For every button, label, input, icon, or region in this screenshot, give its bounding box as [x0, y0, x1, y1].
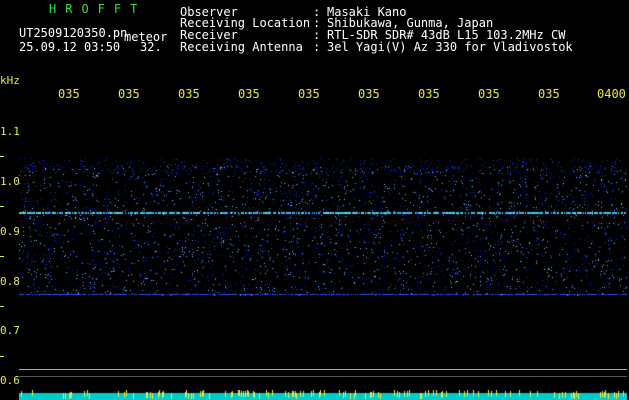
x-tick-label: 035 — [358, 87, 380, 101]
y-tick-label: 0.6 — [0, 374, 20, 387]
x-tick-label: 035 — [238, 87, 260, 101]
x-tick-label: 035 — [478, 87, 500, 101]
x-tick-label: 0400 — [597, 87, 626, 101]
meteor-count: 32. — [140, 40, 162, 54]
y-tick-mark — [0, 256, 4, 257]
field-sep-antenna: : — [313, 40, 321, 54]
y-tick-mark — [0, 306, 4, 307]
reference-line — [19, 369, 627, 370]
y-tick-label: 1.1 — [0, 125, 20, 138]
filename: UT2509120350.pn — [19, 26, 128, 40]
field-label-antenna: Receiving Antenna — [180, 40, 303, 54]
y-tick-label: 0.9 — [0, 225, 20, 238]
y-tick-mark — [0, 156, 4, 157]
y-tick-label: 0.7 — [0, 324, 20, 337]
field-value-antenna: 3el Yagi(V) Az 330 for Vladivostok — [327, 40, 573, 54]
y-tick-label: 0.8 — [0, 275, 20, 288]
y-tick-mark — [0, 356, 4, 357]
hrofft-logo: HROFFT — [49, 2, 147, 16]
baseline-trace — [19, 390, 627, 400]
x-tick-label: 035 — [298, 87, 320, 101]
x-tick-label: 035 — [58, 87, 80, 101]
x-tick-label: 035 — [418, 87, 440, 101]
y-tick-mark — [0, 206, 4, 207]
x-tick-label: 035 — [538, 87, 560, 101]
datetime: 25.09.12 03:50 — [19, 40, 121, 54]
x-tick-label: 035 — [178, 87, 200, 101]
spectrogram — [19, 100, 627, 390]
reference-line — [19, 376, 627, 377]
y-axis-unit: kHz — [0, 74, 20, 87]
y-tick-label: 1.0 — [0, 175, 20, 188]
x-tick-label: 035 — [118, 87, 140, 101]
